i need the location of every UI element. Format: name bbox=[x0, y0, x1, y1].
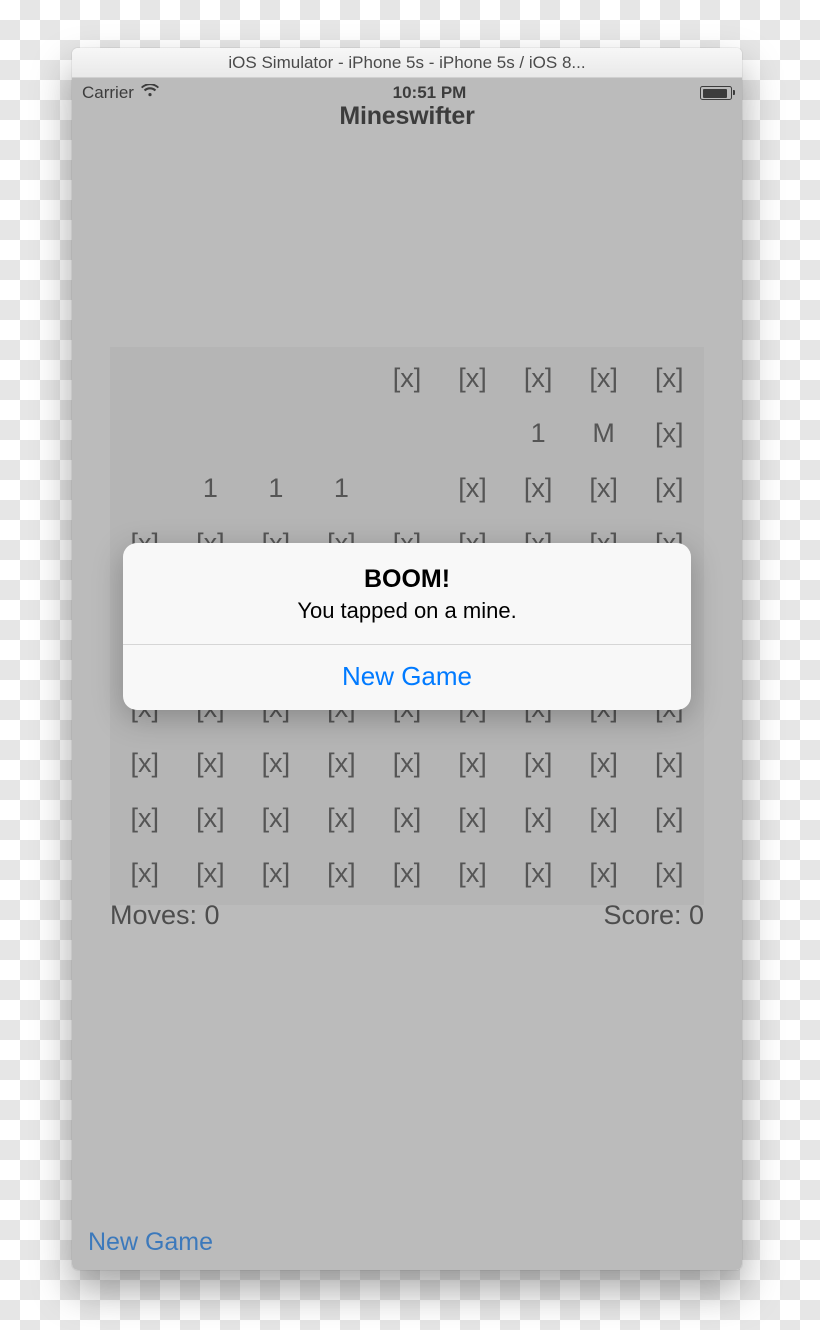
board-cell[interactable]: [x] bbox=[505, 473, 571, 504]
board-cell[interactable]: 1 bbox=[309, 473, 375, 504]
board-cell[interactable]: 1 bbox=[178, 473, 244, 504]
board-cell[interactable]: [x] bbox=[440, 473, 506, 504]
board-cell[interactable]: [x] bbox=[243, 748, 309, 779]
board-cell[interactable]: [x] bbox=[505, 363, 571, 394]
board-cell[interactable]: [x] bbox=[636, 418, 702, 449]
board-cell[interactable]: [x] bbox=[440, 363, 506, 394]
board-cell[interactable]: [x] bbox=[374, 803, 440, 834]
battery-icon bbox=[700, 86, 732, 100]
board-cell[interactable]: [x] bbox=[374, 748, 440, 779]
wifi-icon bbox=[141, 84, 159, 102]
board-cell[interactable]: [x] bbox=[636, 803, 702, 834]
board-cell[interactable]: 1 bbox=[243, 473, 309, 504]
board-cell[interactable]: [x] bbox=[440, 803, 506, 834]
board-cell[interactable]: [x] bbox=[636, 363, 702, 394]
board-cell[interactable]: [x] bbox=[636, 748, 702, 779]
alert-title: BOOM! bbox=[143, 565, 671, 594]
board-cell[interactable]: [x] bbox=[571, 858, 637, 889]
board-cell[interactable]: [x] bbox=[112, 748, 178, 779]
board-row: 111[x][x][x][x] bbox=[112, 461, 702, 516]
board-cell[interactable]: [x] bbox=[309, 803, 375, 834]
simulator-window: iOS Simulator - iPhone 5s - iPhone 5s / … bbox=[72, 48, 742, 1270]
board-cell[interactable]: M bbox=[571, 418, 637, 449]
board-cell[interactable]: [x] bbox=[636, 473, 702, 504]
board-cell[interactable]: [x] bbox=[309, 858, 375, 889]
board-cell[interactable]: [x] bbox=[243, 858, 309, 889]
board-row: [x][x][x][x][x] bbox=[112, 351, 702, 406]
board-row: [x][x][x][x][x][x][x][x][x] bbox=[112, 736, 702, 791]
board-cell[interactable]: [x] bbox=[440, 748, 506, 779]
board-row: 1M[x] bbox=[112, 406, 702, 461]
board-cell[interactable]: [x] bbox=[571, 748, 637, 779]
board-cell[interactable]: [x] bbox=[571, 473, 637, 504]
clock-label: 10:51 PM bbox=[393, 83, 467, 103]
board-cell[interactable]: [x] bbox=[178, 858, 244, 889]
board-cell[interactable]: [x] bbox=[505, 748, 571, 779]
board-cell[interactable]: 1 bbox=[505, 418, 571, 449]
carrier-label: Carrier bbox=[82, 83, 134, 103]
new-game-button[interactable]: New Game bbox=[88, 1228, 213, 1257]
score-label: Score: 0 bbox=[603, 900, 704, 931]
alert-new-game-button[interactable]: New Game bbox=[123, 645, 691, 710]
status-bar: Carrier 10:51 PM bbox=[72, 78, 742, 104]
moves-label: Moves: 0 bbox=[110, 900, 220, 931]
board-cell[interactable]: [x] bbox=[112, 858, 178, 889]
board-cell[interactable]: [x] bbox=[374, 858, 440, 889]
board-cell[interactable]: [x] bbox=[178, 748, 244, 779]
board-row: [x][x][x][x][x][x][x][x][x] bbox=[112, 791, 702, 846]
app-title: Mineswifter bbox=[72, 102, 742, 131]
board-cell[interactable]: [x] bbox=[440, 858, 506, 889]
board-row: [x][x][x][x][x][x][x][x][x] bbox=[112, 846, 702, 901]
stats-bar: Moves: 0 Score: 0 bbox=[110, 900, 704, 931]
bottom-toolbar: New Game bbox=[72, 1214, 742, 1270]
window-title: iOS Simulator - iPhone 5s - iPhone 5s / … bbox=[228, 53, 585, 72]
board-cell[interactable]: [x] bbox=[571, 803, 637, 834]
board-cell[interactable]: [x] bbox=[243, 803, 309, 834]
alert-message: You tapped on a mine. bbox=[143, 598, 671, 624]
board-cell[interactable]: [x] bbox=[112, 803, 178, 834]
board-cell[interactable]: [x] bbox=[636, 858, 702, 889]
board-cell[interactable]: [x] bbox=[178, 803, 244, 834]
window-titlebar: iOS Simulator - iPhone 5s - iPhone 5s / … bbox=[72, 48, 742, 78]
board-cell[interactable]: [x] bbox=[309, 748, 375, 779]
board-cell[interactable]: [x] bbox=[505, 803, 571, 834]
board-cell[interactable]: [x] bbox=[374, 363, 440, 394]
alert-dialog: BOOM! You tapped on a mine. New Game bbox=[123, 543, 691, 710]
alert-body: BOOM! You tapped on a mine. bbox=[123, 543, 691, 644]
board-cell[interactable]: [x] bbox=[505, 858, 571, 889]
status-left: Carrier bbox=[82, 83, 159, 103]
board-cell[interactable]: [x] bbox=[571, 363, 637, 394]
